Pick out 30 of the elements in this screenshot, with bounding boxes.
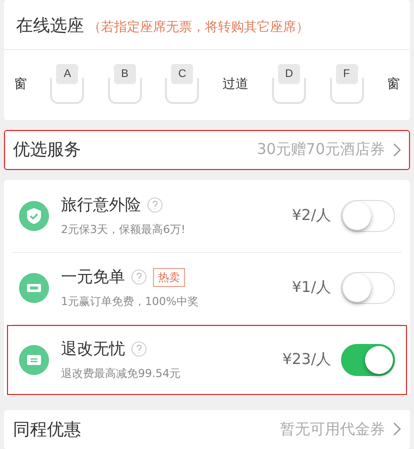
- row-value: 暂无可用代金券: [280, 420, 385, 439]
- shield-icon: [19, 200, 49, 230]
- service-description: 1元赢订单免费，100%中奖: [61, 294, 198, 308]
- service-title: 一元免单: [61, 266, 125, 288]
- service-title: 旅行意外险: [61, 194, 141, 216]
- service-description: 退改费最高减免99.54元: [61, 366, 180, 380]
- service-price: ¥23/人: [282, 350, 331, 369]
- seat-row-label: 窗: [14, 76, 27, 93]
- row-title: 优选服务: [13, 139, 81, 162]
- seat-row-label: 过道: [222, 76, 249, 93]
- section-title: 在线选座: [16, 15, 84, 37]
- card-icon: [19, 344, 49, 374]
- service-price: ¥1/人: [292, 278, 331, 297]
- row-value: 30元赠70元酒店券: [256, 140, 385, 160]
- ticket-icon: [19, 272, 49, 302]
- service-title: 退改无忧: [61, 338, 125, 360]
- help-icon[interactable]: [131, 269, 147, 285]
- service-price: ¥2/人: [292, 206, 331, 225]
- help-icon[interactable]: [131, 341, 147, 357]
- chevron-icon: [393, 422, 401, 436]
- row-title: 同程优惠: [13, 418, 81, 441]
- hot-tag: 热卖: [153, 268, 185, 286]
- seat-row-label: 窗: [386, 76, 400, 93]
- preferred-service-row[interactable]: 优选服务 30元赠70元酒店券: [4, 130, 410, 170]
- chevron-icon: [393, 142, 401, 157]
- help-icon[interactable]: [147, 197, 163, 213]
- toggle-switch[interactable]: [341, 344, 395, 376]
- discount-row[interactable]: 同程优惠 暂无可用代金券: [4, 410, 410, 449]
- service-description: 2元保3天，保额最高6万!: [61, 222, 186, 236]
- seat-note: （若指定座席无票，将转购其它座席）: [88, 19, 309, 36]
